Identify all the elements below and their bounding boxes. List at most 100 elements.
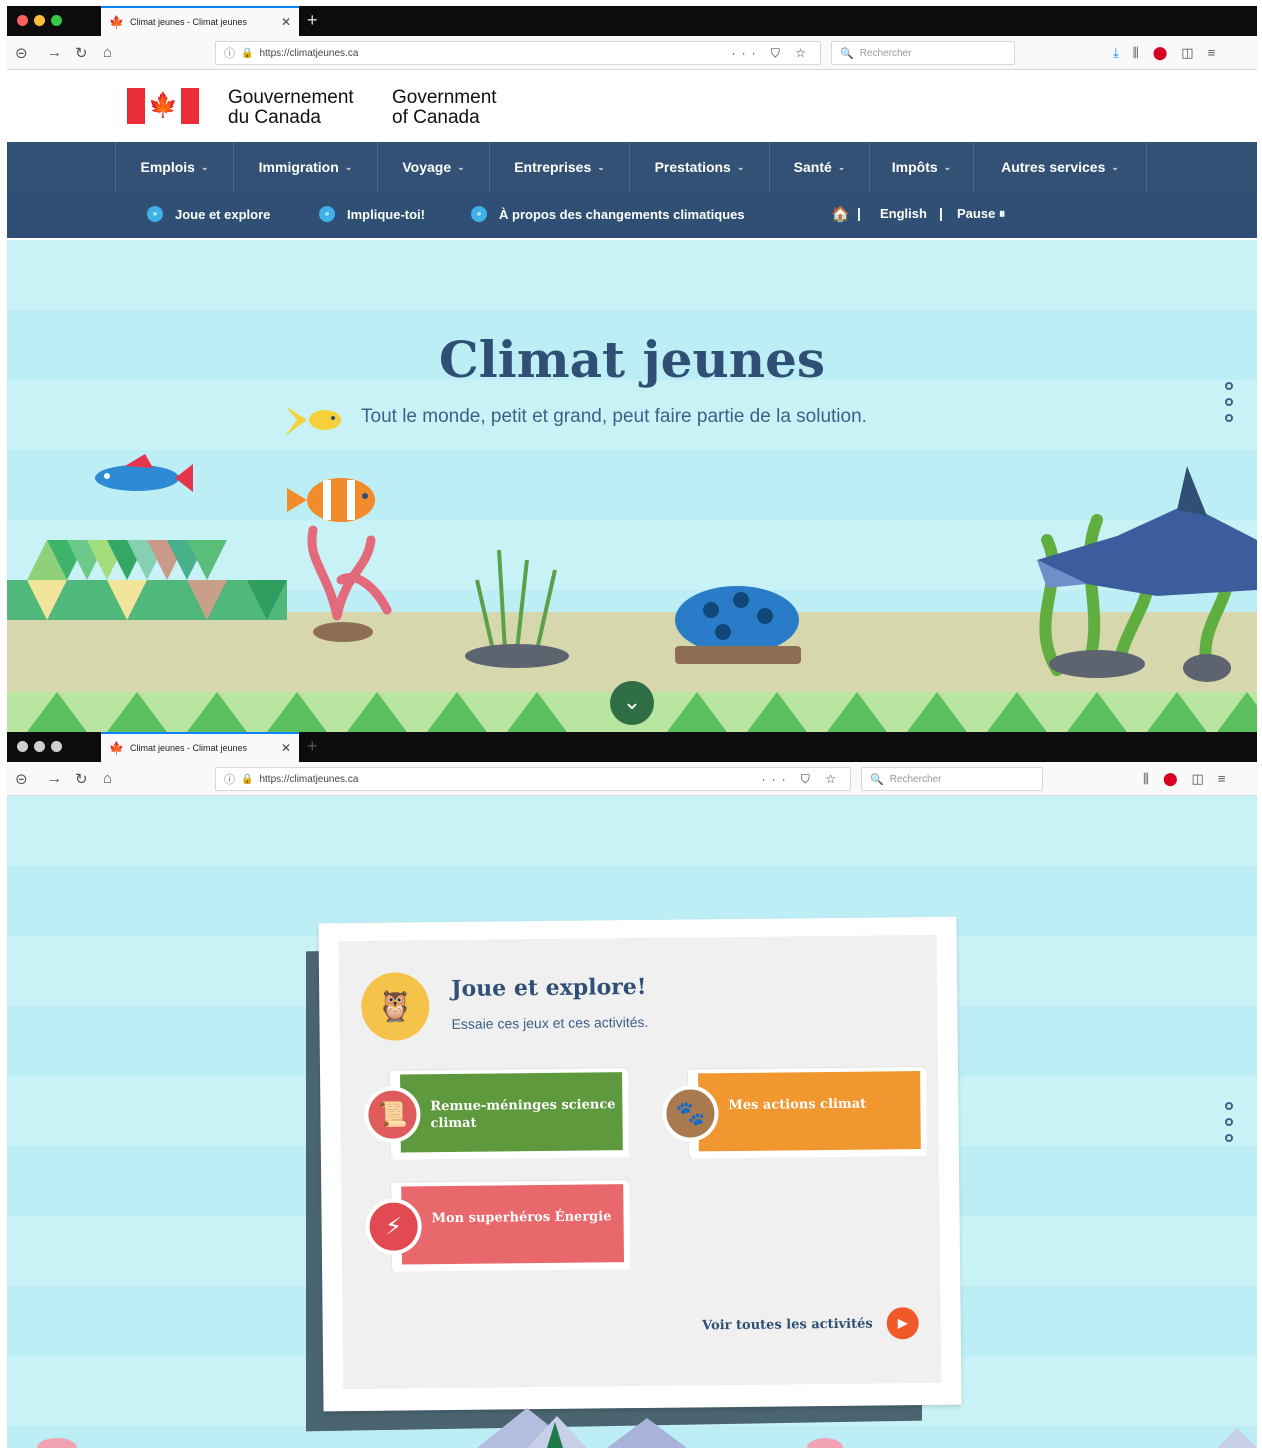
- lightning-icon: ⚡: [365, 1198, 422, 1255]
- back-icon[interactable]: ⊝: [15, 44, 28, 62]
- menu-item-immigration[interactable]: Immigration ⌄: [233, 142, 377, 192]
- pause-button[interactable]: Pause ⏸: [957, 206, 1005, 222]
- arrow-circle-icon: »: [319, 206, 335, 222]
- see-all-activities-link[interactable]: Voir toutes les activités ▶: [702, 1307, 919, 1341]
- browser-tab[interactable]: 🍁 Climat jeunes - Climat jeunes ✕: [101, 6, 299, 36]
- adblock-icon[interactable]: ⬤: [1163, 771, 1178, 787]
- subnav-label: À propos des changements climatiques: [499, 206, 745, 222]
- section-dot[interactable]: [1225, 1134, 1233, 1142]
- lock-icon[interactable]: 🔒: [241, 48, 253, 59]
- divider: |: [939, 205, 943, 221]
- forward-icon[interactable]: →: [47, 770, 62, 787]
- menu-item-impots[interactable]: Impôts ⌄: [869, 142, 973, 192]
- section-dot[interactable]: [1225, 382, 1233, 390]
- section-dot[interactable]: [1225, 414, 1233, 422]
- section-dot[interactable]: [1225, 398, 1233, 406]
- info-icon[interactable]: ⓘ: [224, 45, 235, 61]
- menu-item-autres-services[interactable]: Autres services ⌄: [973, 142, 1147, 192]
- page-actions-icons[interactable]: ··· ⛉ ☆: [762, 772, 842, 787]
- home-icon[interactable]: 🏠: [831, 205, 850, 223]
- subnav-a-propos[interactable]: » À propos des changements climatiques: [471, 206, 745, 222]
- browser-tab[interactable]: 🍁 Climat jeunes - Climat jeunes ✕: [101, 732, 299, 762]
- activity-label: Mes actions climat: [728, 1096, 867, 1114]
- hamburger-menu-icon[interactable]: ≡: [1218, 771, 1226, 787]
- canada-flag-logo[interactable]: 🍁: [127, 88, 199, 124]
- maximize-window-button[interactable]: [51, 15, 62, 26]
- info-icon[interactable]: ⓘ: [224, 771, 235, 787]
- close-tab-icon[interactable]: ✕: [281, 741, 291, 755]
- minimize-window-button[interactable]: [34, 741, 45, 752]
- menu-item-voyage[interactable]: Voyage ⌄: [377, 142, 489, 192]
- gc-name-fr-line1: Gouvernement: [228, 87, 354, 108]
- english-link[interactable]: English: [880, 206, 927, 221]
- chevron-down-icon: ⌄: [736, 161, 745, 172]
- lock-icon[interactable]: 🔒: [241, 774, 253, 785]
- url-bar[interactable]: ⓘ 🔒 https://climatjeunes.ca ··· ⛉ ☆: [215, 767, 851, 791]
- see-all-label: Voir toutes les activités: [702, 1316, 873, 1333]
- menu-label: Santé: [793, 159, 832, 175]
- window-controls[interactable]: [17, 15, 62, 26]
- maximize-window-button[interactable]: [51, 741, 62, 752]
- arrow-circle-icon: »: [471, 206, 487, 222]
- url-bar[interactable]: ⓘ 🔒 https://climatjeunes.ca ··· ⛉ ☆: [215, 41, 821, 65]
- section-dot[interactable]: [1225, 1102, 1233, 1110]
- new-tab-button[interactable]: +: [307, 736, 318, 757]
- nav-toolbar: ⊝ → ↻ ⌂ ⓘ 🔒 https://climatjeunes.ca ··· …: [7, 762, 1257, 796]
- underwater-scene-illustration: [7, 406, 1257, 732]
- close-window-button[interactable]: [17, 741, 28, 752]
- search-input[interactable]: 🔍 Rechercher: [831, 41, 1015, 65]
- tab-bar: 🍁 Climat jeunes - Climat jeunes ✕ +: [7, 6, 1257, 36]
- card-title: Joue et explore!: [451, 973, 647, 1002]
- url-text[interactable]: https://climatjeunes.ca: [259, 48, 725, 59]
- paw-icon: 🐾: [662, 1085, 719, 1142]
- menu-item-prestations[interactable]: Prestations ⌄: [629, 142, 769, 192]
- reload-icon[interactable]: ↻: [75, 770, 88, 788]
- library-icon[interactable]: ⫼: [1143, 771, 1149, 787]
- home-icon[interactable]: ⌂: [103, 44, 112, 61]
- hamburger-menu-icon[interactable]: ≡: [1208, 45, 1216, 61]
- section-dots-nav[interactable]: [1225, 1102, 1233, 1142]
- board-inner: 🦉 Joue et explore! Essaie ces jeux et ce…: [338, 934, 942, 1390]
- menu-item-emplois[interactable]: Emplois ⌄: [115, 142, 233, 192]
- menu-label: Emplois: [140, 159, 195, 175]
- nav-toolbar: ⊝ → ↻ ⌂ ⓘ 🔒 https://climatjeunes.ca ··· …: [7, 36, 1257, 70]
- activity-board: 🦉 Joue et explore! Essaie ces jeux et ce…: [318, 916, 962, 1412]
- chevron-down-icon: ⌄: [1111, 161, 1119, 172]
- main-menu: Emplois ⌄ Immigration ⌄ Voyage ⌄ Entreprise…: [7, 142, 1257, 192]
- close-window-button[interactable]: [17, 15, 28, 26]
- activity-superheros[interactable]: ⚡ Mon superhéros Énergie: [365, 1180, 629, 1269]
- forward-icon[interactable]: →: [47, 44, 62, 61]
- search-placeholder: Rechercher: [889, 773, 942, 785]
- subnav-implique-toi[interactable]: » Implique-toi!: [319, 206, 425, 222]
- sidebar-icon[interactable]: ◫: [1192, 771, 1204, 787]
- download-icon[interactable]: ⤓: [1113, 45, 1119, 61]
- new-tab-button[interactable]: +: [307, 10, 318, 31]
- close-tab-icon[interactable]: ✕: [281, 15, 291, 29]
- search-input[interactable]: 🔍 Rechercher: [861, 767, 1043, 791]
- arrow-circle-icon: »: [147, 206, 163, 222]
- menu-item-sante[interactable]: Santé ⌄: [769, 142, 869, 192]
- certificate-icon: 📜: [364, 1086, 421, 1143]
- back-icon[interactable]: ⊝: [15, 770, 28, 788]
- site-subnav: » Joue et explore » Implique-toi! » À pr…: [7, 192, 1257, 238]
- search-icon: 🔍: [870, 773, 884, 786]
- home-icon[interactable]: ⌂: [103, 770, 112, 787]
- section-dot[interactable]: [1225, 1118, 1233, 1126]
- menu-item-entreprises[interactable]: Entreprises ⌄: [489, 142, 629, 192]
- activity-mes-actions[interactable]: 🐾 Mes actions climat: [662, 1067, 925, 1156]
- activity-remue-meninges[interactable]: 📜 Remue-méninges science climat: [364, 1068, 627, 1157]
- scroll-down-button[interactable]: ⌄: [610, 681, 654, 725]
- window-controls[interactable]: [17, 741, 62, 752]
- reload-icon[interactable]: ↻: [75, 44, 88, 62]
- gc-name-en-line1: Government: [392, 87, 497, 108]
- tab-title: Climat jeunes - Climat jeunes: [129, 743, 247, 753]
- sidebar-icon[interactable]: ◫: [1181, 45, 1193, 61]
- minimize-window-button[interactable]: [34, 15, 45, 26]
- adblock-icon[interactable]: ⬤: [1153, 45, 1168, 61]
- search-icon: 🔍: [840, 47, 854, 60]
- subnav-joue-et-explore[interactable]: » Joue et explore: [147, 206, 270, 222]
- library-icon[interactable]: ⫼: [1133, 45, 1139, 61]
- url-text[interactable]: https://climatjeunes.ca: [259, 774, 755, 785]
- section-dots-nav[interactable]: [1225, 382, 1233, 422]
- page-actions-icons[interactable]: ··· ⛉ ☆: [732, 46, 812, 61]
